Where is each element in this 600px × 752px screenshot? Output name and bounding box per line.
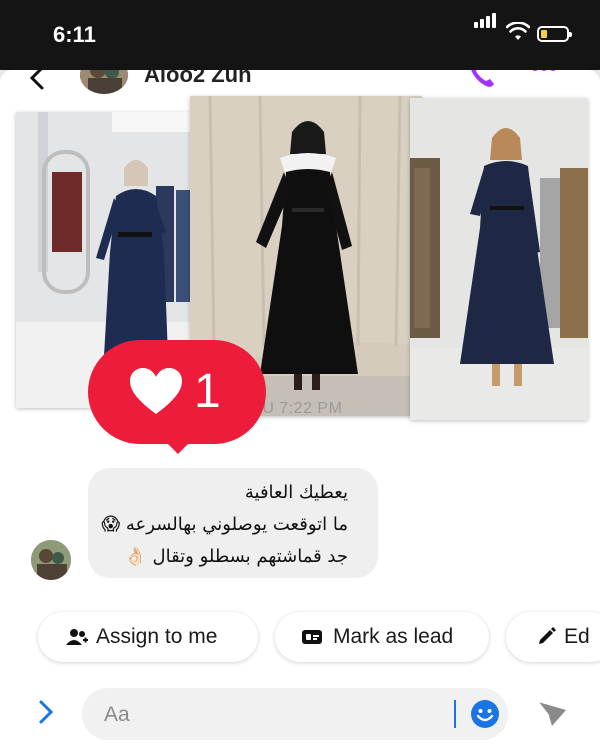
sender-avatar[interactable] (31, 540, 71, 580)
mark-as-lead-label: Mark as lead (333, 625, 454, 648)
message-line-2: ما اتوقعت يوصلوني بهالسرعه 😱 (101, 514, 348, 535)
mark-as-lead-button[interactable]: Mark as lead (275, 612, 489, 662)
assign-to-me-button[interactable]: Assign to me (38, 612, 258, 662)
status-bar: 6:11 (0, 0, 600, 70)
message-input-wrapper[interactable] (82, 688, 508, 740)
edit-label: Ed (564, 625, 590, 648)
contact-avatar[interactable] (80, 70, 128, 94)
message-composer (0, 676, 600, 752)
heart-icon (130, 368, 182, 414)
assign-person-icon (66, 629, 88, 645)
send-icon[interactable] (536, 700, 568, 728)
more-options-icon[interactable] (530, 70, 558, 78)
message-bubble[interactable]: يعطيك العافية ما اتوقعت يوصلوني بهالسرعه… (88, 468, 378, 578)
reaction-count: 1 (194, 365, 221, 418)
reaction-notification-bubble[interactable]: 1 (88, 340, 266, 444)
reaction-bubble-tail (164, 440, 192, 454)
edit-button[interactable]: Ed (506, 612, 600, 662)
lead-card-icon (302, 630, 322, 644)
contact-name[interactable]: Aloo2 Zun (144, 70, 252, 88)
expand-chevron-icon[interactable] (36, 699, 56, 725)
message-line-3: جد قماشتهم بسطلو وتقال 👌🏻 (124, 546, 348, 567)
voice-call-icon[interactable] (468, 70, 496, 88)
message-input[interactable] (102, 700, 436, 730)
battery-icon (537, 26, 572, 42)
status-time: 6:11 (53, 22, 96, 47)
messenger-thread: Aloo2 Zun THU 7:22 PM 1 يعطيك العافية ما… (0, 70, 600, 752)
assign-to-me-label: Assign to me (96, 625, 218, 648)
back-chevron-icon[interactable] (26, 70, 50, 90)
shared-photo-3[interactable] (410, 98, 588, 420)
wifi-icon (506, 22, 530, 40)
emoji-icon[interactable] (470, 699, 500, 729)
text-cursor (454, 700, 456, 728)
message-line-1: يعطيك العافية (244, 482, 348, 503)
edit-pencil-icon (539, 627, 556, 644)
